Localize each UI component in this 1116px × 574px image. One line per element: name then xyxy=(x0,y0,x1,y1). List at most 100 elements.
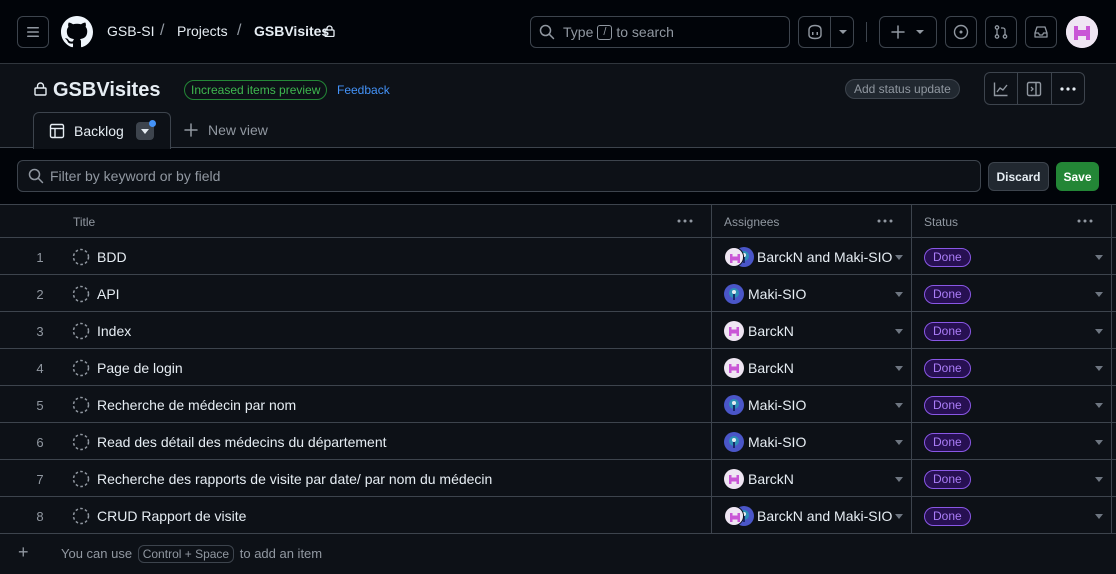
filter-input[interactable]: Filter by keyword or by field xyxy=(17,160,981,192)
project-title[interactable]: GSBVisites xyxy=(53,79,160,102)
add-item-hint: You can use Control + Space to add an it… xyxy=(61,545,322,563)
assignee-avatar xyxy=(724,432,744,452)
breadcrumb-section[interactable]: Projects xyxy=(177,23,228,39)
column-header-status[interactable]: Status xyxy=(924,215,958,229)
item-title[interactable]: API xyxy=(97,286,120,302)
status-dropdown-icon[interactable] xyxy=(1095,440,1103,445)
insights-button[interactable] xyxy=(985,73,1019,104)
table-row[interactable]: 3 Index BarckN Done xyxy=(0,312,1116,349)
add-item-row[interactable]: + You can use Control + Space to add an … xyxy=(0,534,1116,571)
graph-icon xyxy=(993,82,1008,96)
table-row[interactable]: 2 API Maki-SIO Done xyxy=(0,275,1116,312)
copilot-button[interactable] xyxy=(798,16,854,48)
avatar-identicon-icon xyxy=(1066,16,1098,48)
item-title[interactable]: Index xyxy=(97,323,131,339)
inbox-icon xyxy=(1034,26,1048,38)
column-divider[interactable] xyxy=(1111,205,1112,237)
column-menu-icon[interactable] xyxy=(877,219,893,223)
breadcrumb-org[interactable]: GSB-SI xyxy=(107,23,154,39)
status-dropdown-icon[interactable] xyxy=(1095,366,1103,371)
column-header-assignees[interactable]: Assignees xyxy=(724,215,779,229)
new-view-label: New view xyxy=(208,122,268,138)
assignees-dropdown-icon[interactable] xyxy=(895,329,903,334)
search-shortcut-key: / xyxy=(597,24,613,40)
assignee-names[interactable]: Maki-SIO xyxy=(748,397,806,413)
column-divider[interactable] xyxy=(911,205,912,237)
assignees-dropdown-icon[interactable] xyxy=(895,255,903,260)
status-badge[interactable]: Done xyxy=(924,285,971,304)
status-dropdown-icon[interactable] xyxy=(1095,514,1103,519)
assignee-names[interactable]: Maki-SIO xyxy=(748,286,806,302)
assignee-names[interactable]: BarckN xyxy=(748,360,794,376)
assignees-dropdown-icon[interactable] xyxy=(895,292,903,297)
assignees-dropdown-icon[interactable] xyxy=(895,477,903,482)
column-divider xyxy=(711,460,712,496)
status-badge[interactable]: Done xyxy=(924,507,971,526)
column-divider xyxy=(711,238,712,274)
assignee-names[interactable]: BarckN xyxy=(748,471,794,487)
item-title[interactable]: CRUD Rapport de visite xyxy=(97,508,246,524)
assignee-names[interactable]: BarckN xyxy=(748,323,794,339)
search-input[interactable]: Type / to search xyxy=(530,16,790,48)
status-dropdown-icon[interactable] xyxy=(1095,255,1103,260)
discard-button[interactable]: Discard xyxy=(988,162,1049,191)
assignee-names[interactable]: Maki-SIO xyxy=(748,434,806,450)
github-logo-icon[interactable] xyxy=(61,16,93,48)
breadcrumb-separator: / xyxy=(160,22,165,39)
table-body: 1 BDD BarckN and Maki-SIO Done 2 API Maki-SIO D… xyxy=(0,238,1116,534)
status-badge[interactable]: Done xyxy=(924,322,971,341)
assignees-dropdown-icon[interactable] xyxy=(895,440,903,445)
side-panel-button[interactable] xyxy=(1018,73,1052,104)
table-row[interactable]: 1 BDD BarckN and Maki-SIO Done xyxy=(0,238,1116,275)
table-row[interactable]: 5 Recherche de médecin par nom Maki-SIO Don… xyxy=(0,386,1116,423)
status-dropdown-icon[interactable] xyxy=(1095,477,1103,482)
table-row[interactable]: 4 Page de login BarckN Done xyxy=(0,349,1116,386)
column-divider[interactable] xyxy=(711,205,712,237)
assignee-avatar xyxy=(724,284,744,304)
search-prefix: Type xyxy=(563,24,594,40)
table-row[interactable]: 8 CRUD Rapport de visite BarckN and Maki-S… xyxy=(0,497,1116,534)
lock-icon xyxy=(34,82,47,96)
item-title[interactable]: Recherche des rapports de visite par dat… xyxy=(97,471,492,487)
column-divider xyxy=(711,312,712,348)
assignees-dropdown-icon[interactable] xyxy=(895,403,903,408)
create-new-button[interactable] xyxy=(879,16,937,48)
save-button[interactable]: Save xyxy=(1056,162,1099,191)
column-header-title[interactable]: Title xyxy=(73,215,95,229)
breadcrumb-project[interactable]: GSBVisites xyxy=(254,23,329,39)
item-title[interactable]: Read des détail des médecins du départem… xyxy=(97,434,387,450)
assignees-dropdown-icon[interactable] xyxy=(895,366,903,371)
pull-requests-button[interactable] xyxy=(985,16,1017,48)
status-dropdown-icon[interactable] xyxy=(1095,329,1103,334)
table-header: Title Assignees Status xyxy=(0,204,1116,238)
status-badge[interactable]: Done xyxy=(924,396,971,415)
assignees-dropdown-icon[interactable] xyxy=(895,514,903,519)
hamburger-menu-button[interactable] xyxy=(17,16,49,48)
item-title[interactable]: Recherche de médecin par nom xyxy=(97,397,296,413)
add-item-plus-icon[interactable]: + xyxy=(18,542,29,563)
item-title[interactable]: BDD xyxy=(97,249,127,265)
issues-button[interactable] xyxy=(945,16,977,48)
status-badge[interactable]: Done xyxy=(924,359,971,378)
add-status-update-button[interactable]: Add status update xyxy=(845,79,960,99)
table-row[interactable]: 7 Recherche des rapports de visite par da… xyxy=(0,460,1116,497)
assignee-names[interactable]: BarckN and Maki-SIO xyxy=(757,249,892,265)
table-row[interactable]: 6 Read des détail des médecins du départe… xyxy=(0,423,1116,460)
column-menu-icon[interactable] xyxy=(677,219,693,223)
column-menu-icon[interactable] xyxy=(1077,219,1093,223)
assignee-names[interactable]: BarckN and Maki-SIO xyxy=(757,508,892,524)
status-badge[interactable]: Done xyxy=(924,433,971,452)
more-options-button[interactable] xyxy=(1052,73,1084,104)
user-avatar[interactable] xyxy=(1066,16,1098,48)
increased-items-preview-badge[interactable]: Increased items preview xyxy=(184,80,328,100)
status-dropdown-icon[interactable] xyxy=(1095,292,1103,297)
sidebar-expand-icon xyxy=(1027,81,1042,96)
feedback-link[interactable]: Feedback xyxy=(337,83,390,97)
item-title[interactable]: Page de login xyxy=(97,360,183,376)
status-badge[interactable]: Done xyxy=(924,248,971,267)
new-view-button[interactable]: New view xyxy=(184,122,268,138)
status-dropdown-icon[interactable] xyxy=(1095,403,1103,408)
draft-issue-icon xyxy=(72,470,90,488)
status-badge[interactable]: Done xyxy=(924,470,971,489)
inbox-button[interactable] xyxy=(1025,16,1057,48)
